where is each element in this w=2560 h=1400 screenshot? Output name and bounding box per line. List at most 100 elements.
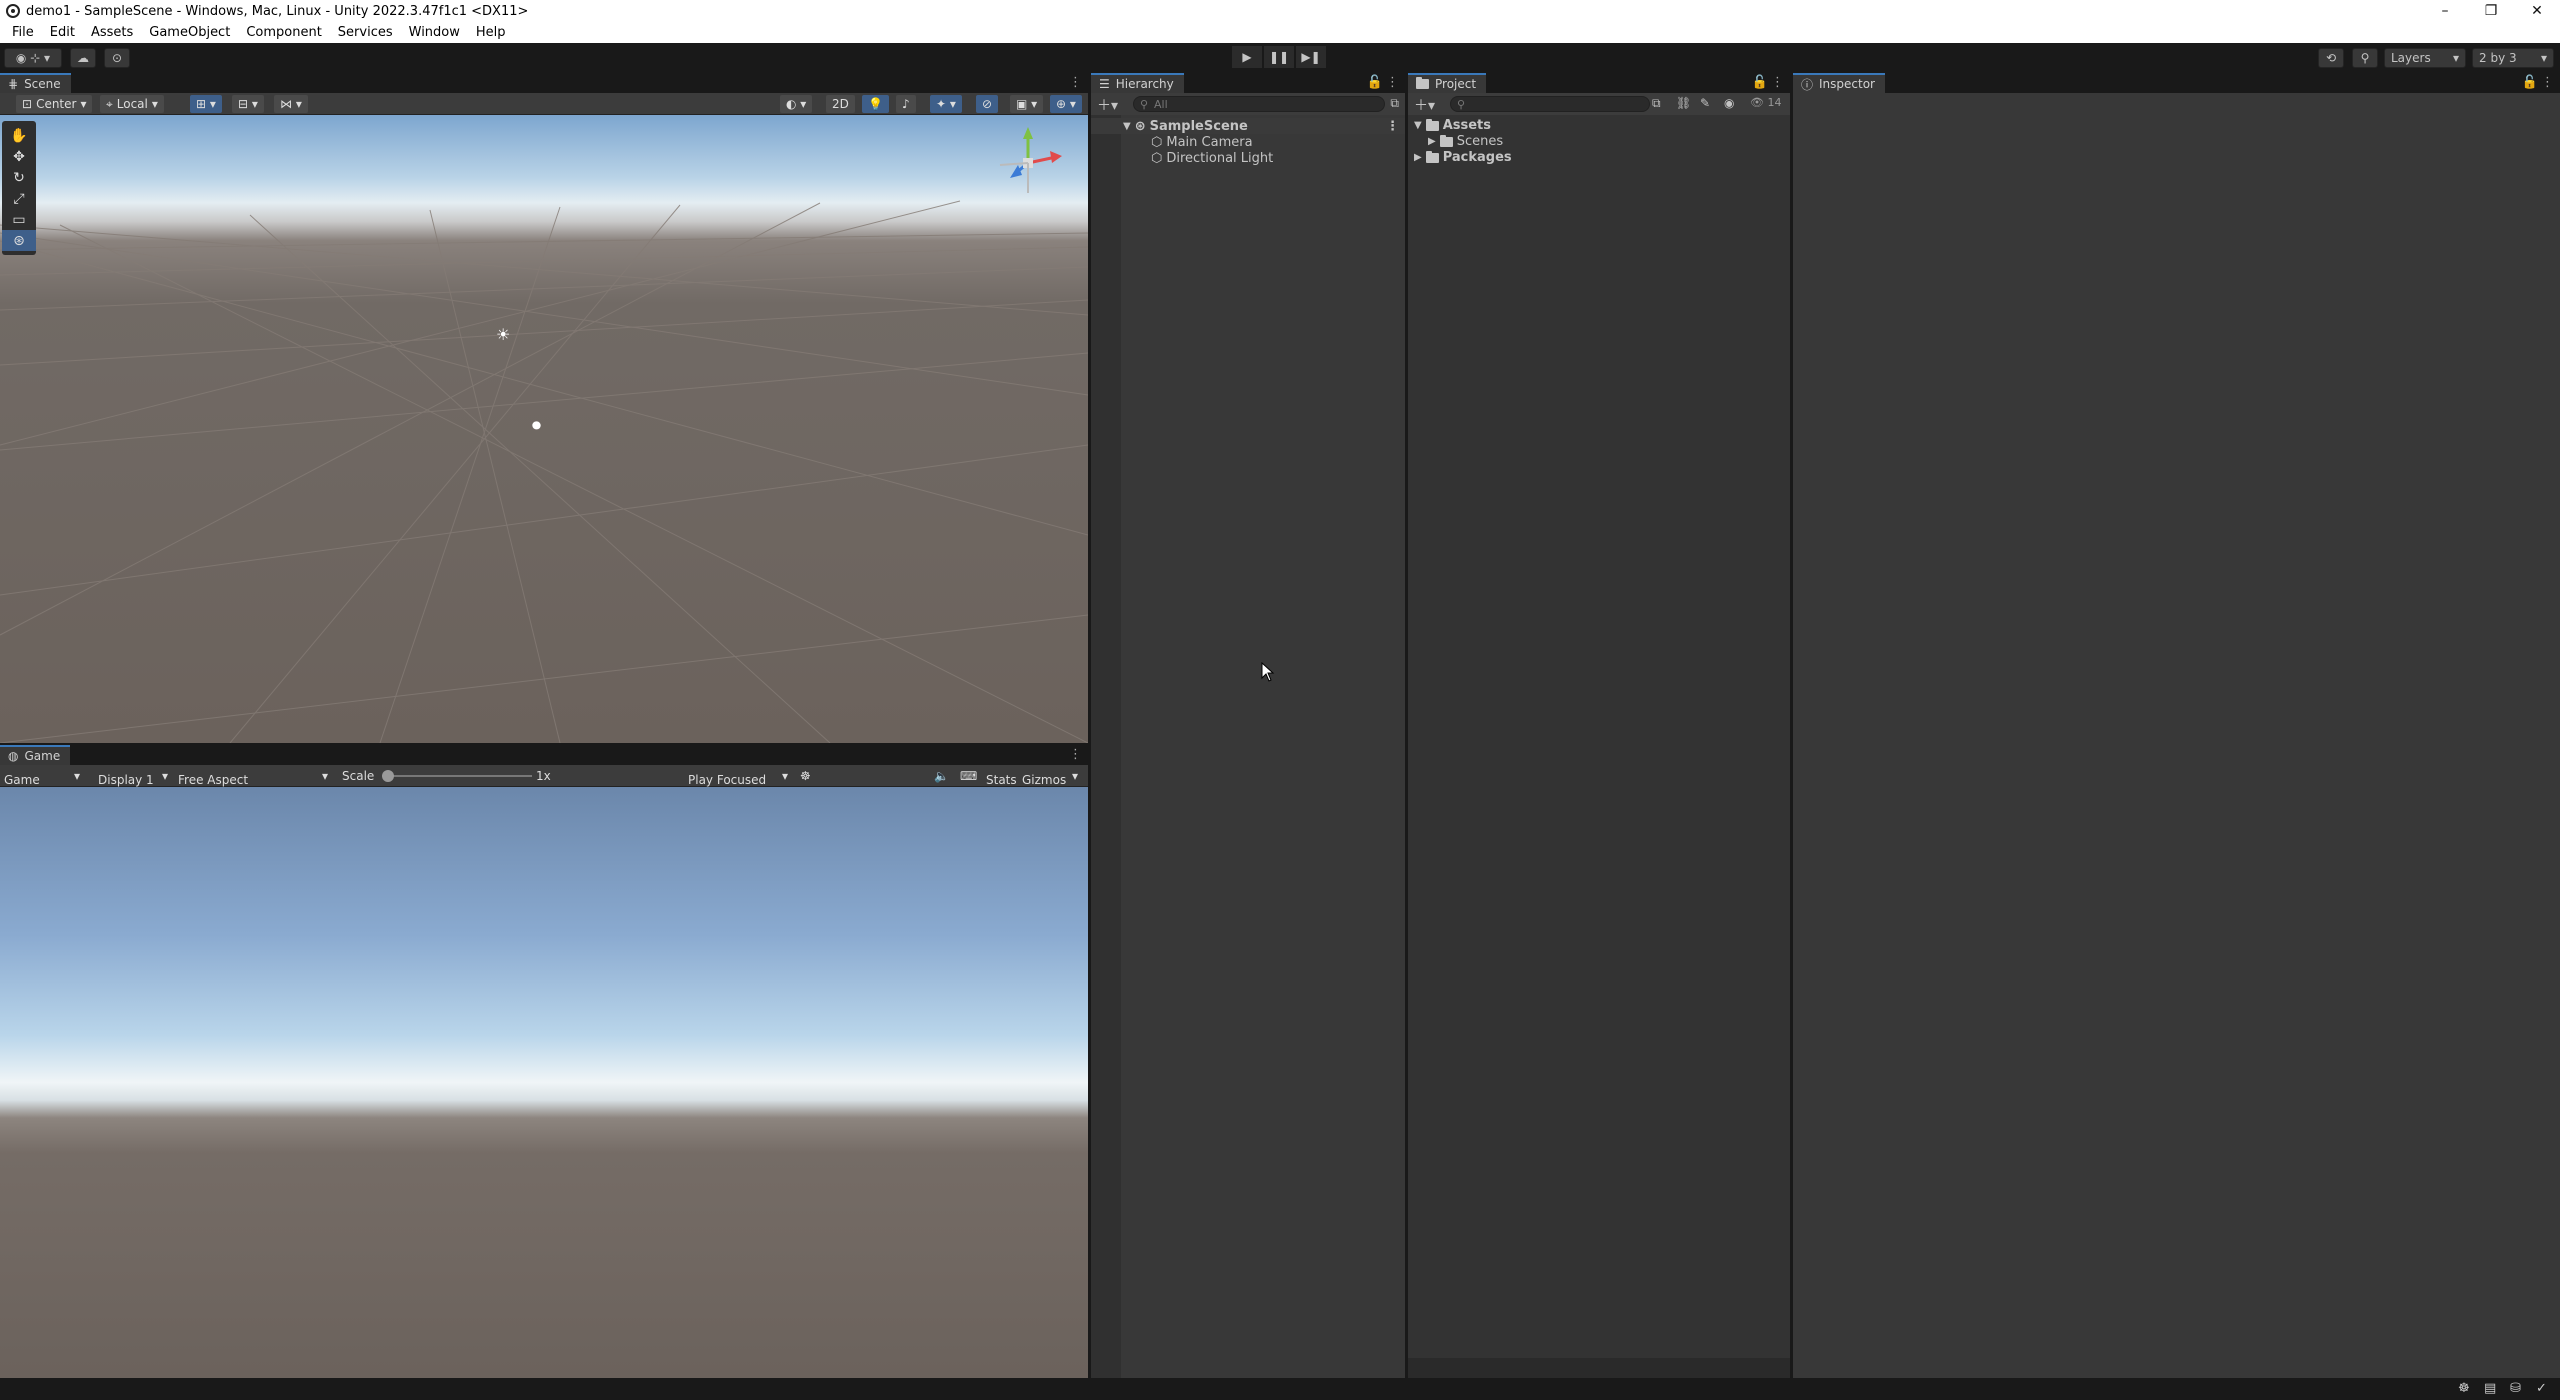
create-add-icon[interactable]: ＋▾ [1414, 95, 1435, 115]
menu-services[interactable]: Services [330, 25, 401, 40]
tab-hierarchy-label: Hierarchy [1115, 77, 1174, 91]
play-icon: ▶ [1242, 50, 1252, 64]
lock-icon[interactable]: 🔓 [1752, 75, 1768, 90]
cloud-button[interactable]: ☁ [70, 48, 96, 68]
pause-button[interactable]: ❚❚ [1264, 46, 1294, 68]
pivot-dropdown[interactable]: ⊡ Center ▾ [16, 95, 93, 113]
rect-tool-button[interactable]: ▭ [2, 209, 36, 230]
frame-debugger-icon[interactable]: ☸ [800, 769, 811, 783]
hierarchy-search-input[interactable]: ⚲ All [1133, 96, 1385, 112]
project-tree-item-assets[interactable]: ▼ Assets [1414, 118, 1491, 133]
progress-icon[interactable]: ▤ [2484, 1381, 2496, 1396]
scale-icon: ⤢ [13, 190, 25, 207]
collapse-arrow-icon[interactable]: ▶ [1428, 136, 1436, 147]
space-dropdown[interactable]: ⌖ Local ▾ [100, 95, 164, 113]
favorite-icon[interactable]: ✎ [1700, 96, 1710, 110]
create-add-icon[interactable]: ＋▾ [1097, 95, 1118, 115]
expand-arrow-icon[interactable]: ▼ [1123, 121, 1131, 132]
scene-grid [0, 200, 1088, 743]
transform-tool-button[interactable]: ⊛ [2, 230, 36, 251]
hidden-packages-toggle[interactable]: 👁 14 [1750, 96, 1781, 109]
scale-tool-button[interactable]: ⤢ [2, 188, 36, 209]
minimize-button[interactable]: – [2422, 0, 2468, 22]
menu-file[interactable]: File [4, 25, 42, 40]
search-by-type-icon[interactable]: ⧉ [1652, 96, 1661, 111]
tab-scene[interactable]: ⋕ Scene [0, 73, 71, 93]
game-more-icon[interactable]: ⋮ [1069, 747, 1082, 762]
move-tool-button[interactable]: ✥ [2, 146, 36, 167]
increment-snap-button[interactable]: ⋈ ▾ [274, 95, 308, 113]
grid-visibility-button[interactable]: ⊟ ▾ [232, 95, 264, 113]
inspector-panel: ⓘ Inspector 🔓 ⋮ [1793, 73, 2560, 1378]
project-tree-item-packages[interactable]: ▶ Packages [1414, 150, 1512, 165]
close-button[interactable]: ✕ [2514, 0, 2560, 22]
menu-edit[interactable]: Edit [42, 25, 83, 40]
draw-mode-dropdown[interactable]: ◐ ▾ [780, 95, 813, 113]
package-icon[interactable]: ◉ [1724, 96, 1734, 110]
search-by-label-icon[interactable]: ⛓ [1676, 96, 1691, 110]
menu-window[interactable]: Window [401, 25, 468, 40]
project-more-icon[interactable]: ⋮ [1771, 75, 1784, 90]
hierarchy-more-icon[interactable]: ⋮ [1386, 75, 1399, 90]
audio-toggle[interactable]: ♪ [896, 95, 916, 113]
tab-project[interactable]: Project [1408, 73, 1487, 93]
stats-label: Stats [986, 773, 1017, 787]
auto-refresh-icon[interactable]: ✓ [2536, 1381, 2547, 1396]
account-icon: ◉ ⊹ ▾ [15, 51, 51, 65]
cache-server-icon[interactable]: ⛁ [2510, 1381, 2521, 1396]
hierarchy-scene-row[interactable]: ▼ ⊛ SampleScene ⋮ [1091, 118, 1405, 134]
collab-button[interactable]: ⊙ [104, 48, 130, 68]
shading-icon: ◐ ▾ [786, 97, 807, 111]
hierarchy-toolbar: ＋▾ ⚲ All ⧉ [1091, 93, 1405, 115]
inspector-more-icon[interactable]: ⋮ [2541, 75, 2554, 90]
restore-button[interactable]: ❐ [2468, 0, 2514, 22]
lock-icon[interactable]: 🔓 [1367, 75, 1383, 90]
layout-label: 2 by 3 [2479, 51, 2517, 65]
expand-arrow-icon[interactable]: ▼ [1414, 120, 1422, 131]
hierarchy-item[interactable]: ⬡ Main Camera [1091, 134, 1405, 150]
camera-gizmo-icon[interactable]: ⏺ [532, 415, 541, 436]
scale-slider[interactable] [382, 770, 532, 782]
menu-component[interactable]: Component [238, 25, 329, 40]
tab-game[interactable]: ◍ Game [0, 745, 71, 765]
hierarchy-gutter [1091, 115, 1121, 1378]
grid-snapping-button[interactable]: ⊞ ▾ [190, 95, 222, 113]
undo-history-button[interactable]: ⟲ [2318, 48, 2344, 68]
collapse-arrow-icon[interactable]: ▶ [1414, 152, 1422, 163]
account-dropdown[interactable]: ◉ ⊹ ▾ [4, 48, 62, 68]
scene-more-icon[interactable]: ⋮ [1069, 75, 1082, 90]
scene-search-icon[interactable]: ⧉ [1390, 96, 1399, 111]
menu-assets[interactable]: Assets [83, 25, 141, 40]
menu-help[interactable]: Help [468, 25, 514, 40]
hierarchy-item[interactable]: ⬡ Directional Light [1091, 150, 1405, 166]
lock-icon[interactable]: 🔓 [2522, 75, 2538, 90]
lighting-toggle[interactable]: 💡 [862, 95, 889, 113]
scene-viewport[interactable]: ✋ ✥ ↻ ⤢ ▭ ⊛ ☀ ⏺ [0, 115, 1088, 743]
tab-hierarchy[interactable]: ☰ Hierarchy [1091, 73, 1184, 93]
menu-gameobject[interactable]: GameObject [141, 25, 238, 40]
tab-inspector[interactable]: ⓘ Inspector [1793, 73, 1885, 93]
effects-dropdown[interactable]: ✦ ▾ [930, 95, 962, 113]
mute-audio-icon[interactable]: 🔈 [934, 769, 949, 783]
game-viewport[interactable] [0, 787, 1088, 1378]
shortcuts-icon[interactable]: ⌨ [960, 769, 977, 783]
orientation-gizmo[interactable] [988, 123, 1068, 203]
layers-dropdown[interactable]: Layers ▾ [2384, 48, 2466, 68]
scene-visibility-toggle[interactable]: ⊘ [976, 95, 999, 113]
eye-slash-icon: ⊘ [982, 97, 993, 111]
bug-report-icon[interactable]: ☸ [2458, 1381, 2470, 1396]
rotate-tool-button[interactable]: ↻ [2, 167, 36, 188]
toggle-2d-button[interactable]: 2D [826, 95, 855, 113]
camera-settings-dropdown[interactable]: ▣ ▾ [1010, 95, 1044, 113]
step-button[interactable]: ▶❚ [1296, 46, 1326, 68]
play-button[interactable]: ▶ [1232, 46, 1262, 68]
search-button[interactable]: ⚲ [2352, 48, 2378, 68]
hierarchy-item-label: Directional Light [1166, 150, 1274, 166]
view-tool-button[interactable]: ✋ [2, 125, 36, 146]
project-tree-item-scenes[interactable]: ▶ Scenes [1428, 134, 1503, 149]
scene-more-icon[interactable]: ⋮ [1386, 119, 1399, 134]
directional-light-gizmo-icon[interactable]: ☀ [496, 325, 510, 344]
gizmos-dropdown[interactable]: ⊕ ▾ [1050, 95, 1082, 113]
project-search-input[interactable]: ⚲ [1450, 96, 1650, 112]
layout-dropdown[interactable]: 2 by 3 ▾ [2472, 48, 2554, 68]
